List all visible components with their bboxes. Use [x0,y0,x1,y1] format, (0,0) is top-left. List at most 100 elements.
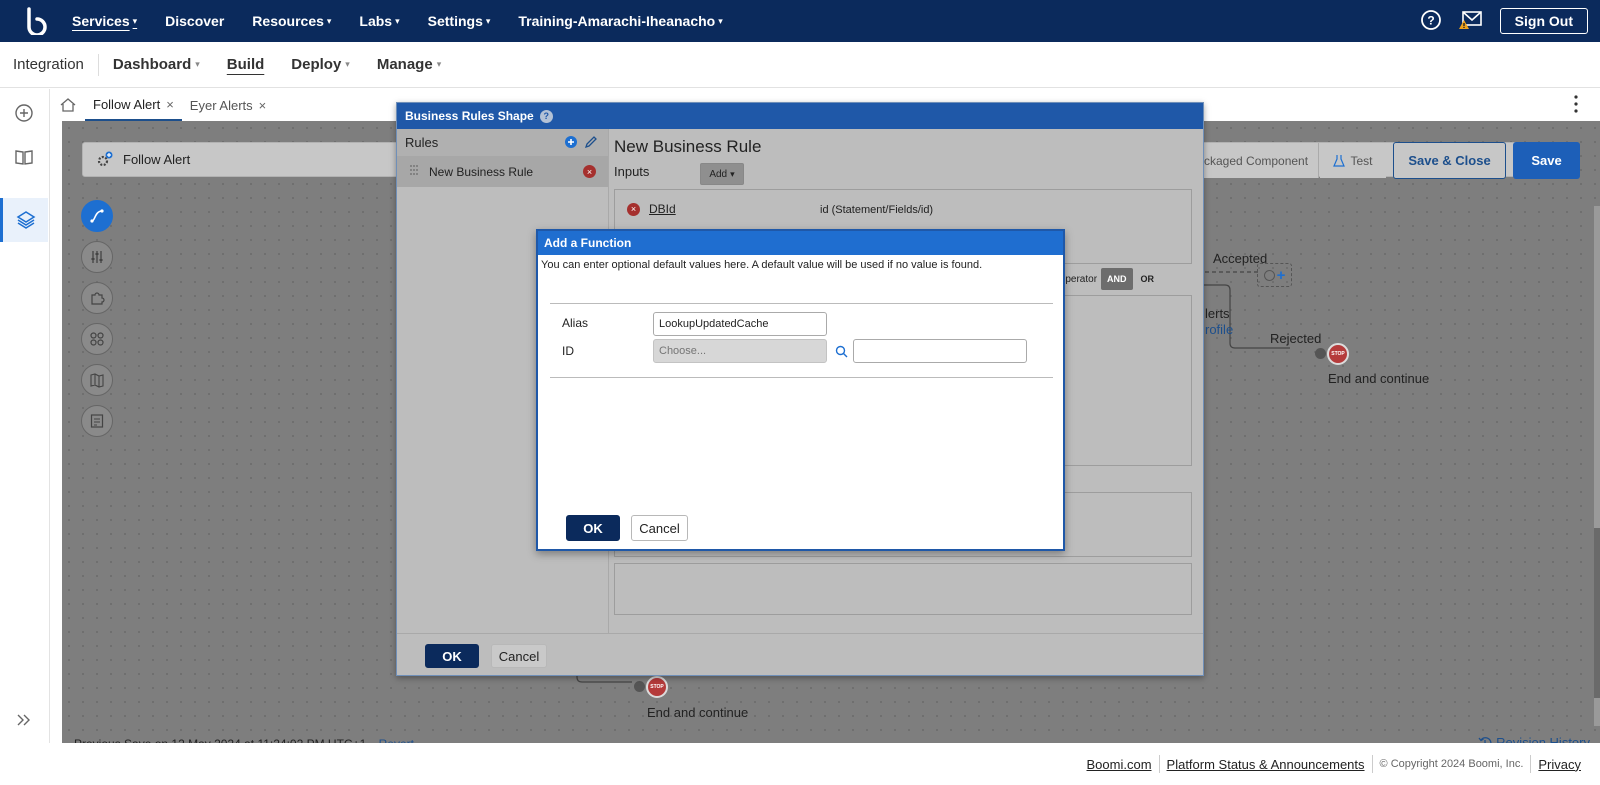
subnav-item-manage[interactable]: Manage ▾ [377,56,441,73]
remove-input-icon[interactable]: × [627,202,640,216]
layers-icon [16,211,35,229]
add-rule-icon[interactable] [564,135,578,152]
rail-create-button[interactable] [0,91,48,135]
ok-button[interactable]: OK [425,644,479,668]
settings-tool-button[interactable] [81,241,113,273]
add-input-button[interactable]: Add ▾ [700,163,744,185]
notes-tool-button[interactable] [81,405,113,437]
id-choose-input[interactable] [653,339,827,363]
boomi-link[interactable]: Boomi.com [1087,757,1152,772]
rule-list-item[interactable]: New Business Rule × [397,156,608,187]
drag-handle-icon[interactable] [409,164,419,179]
results-box-2 [614,563,1192,615]
rail-components-button[interactable] [0,198,48,242]
nav-item-labs[interactable]: Labs ▾ [359,13,399,29]
nav-item-settings[interactable]: Settings ▾ [428,13,491,29]
input-alias-link[interactable]: DBId [649,202,676,216]
svg-text:?: ? [1427,13,1434,27]
connector-dot-icon [1315,348,1326,359]
notifications-mail-icon[interactable] [1458,9,1484,34]
test-button[interactable]: Test [1320,143,1386,178]
alerts-fragment: lerts [1205,306,1230,321]
nav-item-services[interactable]: Services ▾ [72,13,137,29]
subnav-item-build[interactable]: Build [227,56,265,73]
extensions-tool-button[interactable] [81,282,113,314]
ok-button[interactable]: OK [566,515,620,541]
or-toggle[interactable]: OR [1141,274,1155,284]
platform-status-link[interactable]: Platform Status & Announcements [1167,757,1365,772]
home-icon[interactable] [51,97,85,113]
chevron-down-icon: ▾ [436,59,442,69]
scrollbar-thumb[interactable] [1594,528,1600,698]
edit-rule-icon[interactable] [584,135,598,152]
nav-item-discover[interactable]: Discover [165,13,224,29]
tab-label: Follow Alert [93,96,161,112]
chevron-down-icon: ▾ [195,59,200,69]
dialog-title: Add a Function [538,231,1063,255]
plus-icon: + [1276,266,1286,284]
close-icon[interactable]: × [166,97,174,112]
chevron-down-icon: ▾ [485,15,491,26]
divider [550,303,1053,304]
inputs-label: Inputs [614,164,650,179]
rail-docs-button[interactable] [0,135,48,179]
map-icon [90,373,104,388]
close-icon[interactable]: × [259,98,267,113]
components-tool-button[interactable] [81,323,113,355]
nav-item-training-amarachi-iheanacho[interactable]: Training-Amarachi-Iheanacho ▾ [518,13,722,29]
tab-eyer-alerts[interactable]: Eyer Alerts × [182,89,274,121]
book-icon [15,150,33,165]
subnav-item-label: Dashboard [112,56,192,73]
sub-nav: Integration Dashboard ▾ Build Deploy ▾ Manage… [0,42,1600,88]
id-value-input[interactable] [853,339,1027,363]
connect-tool-button[interactable] [81,200,113,232]
subnav-item-dashboard[interactable]: Dashboard ▾ [113,56,200,73]
rules-label: Rules [405,135,439,150]
tab-follow-alert[interactable]: Follow Alert × [85,89,182,121]
help-icon[interactable]: ? [1420,9,1442,34]
note-icon [90,414,104,428]
rail-expand-button[interactable] [0,698,48,742]
profile-link-fragment[interactable]: rofile [1205,322,1233,337]
nav-item-resources[interactable]: Resources ▾ [252,13,331,29]
cancel-label: Cancel [639,520,680,536]
packaged-component-button[interactable]: ckaged Component [1204,143,1319,178]
boomi-logo[interactable] [0,0,72,42]
end-continue-label: End and continue [1328,371,1430,386]
sliders-icon [91,251,103,263]
input-source: id (Statement/Fields/id) [820,204,934,216]
stop-icon[interactable]: STOP [646,676,668,698]
map-tool-button[interactable] [81,364,113,396]
help-icon[interactable]: ? [539,109,553,123]
subnav-item-label: Build [226,56,265,73]
sign-out-button[interactable]: Sign Out [1499,8,1588,34]
accepted-add-button[interactable]: + [1257,263,1292,287]
plus-circle-icon [15,104,33,122]
nav-item-label: Discover [165,13,225,29]
stop-icon[interactable]: STOP [1327,343,1349,365]
search-icon[interactable] [835,345,848,361]
chevron-down-icon: ▾ [395,15,400,26]
route-icon [90,209,104,223]
dialog-title-bar: Business Rules Shape ? [397,103,1203,129]
subnav-item-deploy[interactable]: Deploy ▾ [291,56,350,73]
divider [1371,755,1373,773]
alias-input[interactable] [653,312,827,336]
subnav-item-label: Deploy [291,56,342,73]
id-label: ID [562,344,574,358]
stop-label: STOP [1331,351,1345,357]
cancel-button[interactable]: Cancel [491,644,547,668]
privacy-link[interactable]: Privacy [1538,757,1581,772]
save-label: Save [1531,153,1562,168]
save-close-button[interactable]: Save & Close [1393,142,1506,179]
canvas-scrollbar[interactable] [1594,206,1600,726]
rejected-label: Rejected [1270,331,1322,346]
delete-rule-icon[interactable]: × [583,165,596,178]
and-toggle[interactable]: AND [1101,268,1133,290]
dialog-footer: OK Cancel [397,633,1203,676]
kebab-menu-icon[interactable] [1574,95,1578,116]
add-function-dialog: Add a Function You can enter optional de… [536,229,1065,551]
nav-item-label: Labs [359,13,393,29]
save-button[interactable]: Save [1513,142,1580,179]
cancel-button[interactable]: Cancel [631,515,688,541]
